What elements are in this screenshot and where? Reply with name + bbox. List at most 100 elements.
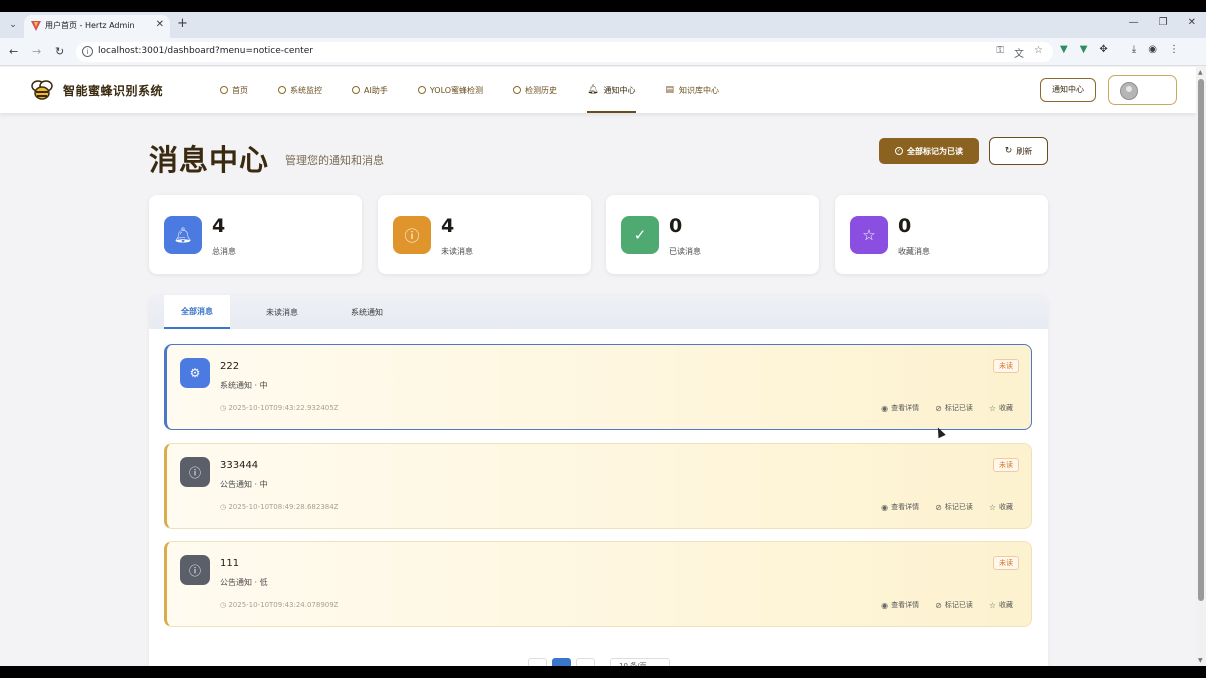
scrollbar-thumb[interactable] bbox=[1198, 79, 1204, 601]
minimize-icon[interactable]: — bbox=[1129, 17, 1139, 28]
message-item[interactable]: ⓘ 333444 公告通知 · 中 ◷ 2025-10-10T08:49:28.… bbox=[164, 443, 1032, 529]
tab-strip: ⌄ 用户首页 - Hertz Admin ✕ + — ❐ ✕ bbox=[0, 12, 1206, 38]
message-item[interactable]: ⚙ 222 系统通知 · 中 ◷ 2025-10-10T09:43:22.932… bbox=[164, 344, 1032, 430]
nav-item-system-monitor[interactable]: 系统监控 bbox=[278, 67, 322, 113]
extensions-puzzle-icon[interactable]: ✥ bbox=[1099, 44, 1107, 55]
bee-logo-icon bbox=[31, 80, 53, 100]
tab-search-chevron-icon[interactable]: ⌄ bbox=[6, 18, 20, 32]
message-time: ◷ 2025-10-10T09:43:22.932405Z bbox=[220, 404, 339, 412]
scroll-up-icon[interactable]: ▲ bbox=[1198, 69, 1203, 76]
message-meta: 公告通知 · 低 bbox=[220, 578, 268, 587]
url-input[interactable]: i localhost:3001/dashboard?menu=notice-c… bbox=[76, 42, 1053, 62]
eye-icon: ◉ bbox=[881, 502, 889, 512]
profile-icon[interactable]: ◉ bbox=[1148, 44, 1157, 55]
maximize-icon[interactable]: ❐ bbox=[1159, 17, 1168, 28]
check-circle-icon: ⊘ bbox=[935, 502, 942, 512]
forward-icon[interactable]: → bbox=[32, 45, 41, 58]
tab-close-icon[interactable]: ✕ bbox=[156, 19, 164, 30]
window-close-icon[interactable]: ✕ bbox=[1188, 17, 1196, 28]
mark-read-button[interactable]: ⊘ 标记已读 bbox=[935, 403, 973, 413]
browser-window: ⌄ 用户首页 - Hertz Admin ✕ + — ❐ ✕ ← → ↻ i l… bbox=[0, 12, 1206, 666]
stat-card-total: 🔔︎ 4 总消息 bbox=[149, 195, 362, 274]
page-size-select[interactable]: 10 条/页 bbox=[610, 658, 670, 666]
next-page-button[interactable] bbox=[576, 658, 595, 666]
refresh-button[interactable]: ↻ 刷新 bbox=[989, 137, 1048, 165]
message-item[interactable]: ⓘ 111 公告通知 · 低 ◷ 2025-10-10T09:43:24.078… bbox=[164, 541, 1032, 627]
nav-item-home[interactable]: 首页 bbox=[220, 67, 248, 113]
mark-read-button[interactable]: ⊘ 标记已读 bbox=[935, 502, 973, 512]
eye-icon: ◉ bbox=[881, 403, 889, 413]
new-tab-button[interactable]: + bbox=[177, 16, 188, 31]
nav-item-detection-history[interactable]: 检测历史 bbox=[513, 67, 557, 113]
scroll-down-icon[interactable]: ▼ bbox=[1198, 657, 1203, 664]
tab-unread-messages[interactable]: 未读消息 bbox=[249, 295, 315, 329]
star-icon: ☆ bbox=[988, 403, 996, 413]
bell-icon: 🔔︎ bbox=[164, 216, 202, 254]
password-key-icon[interactable]: ⚿ bbox=[996, 45, 1004, 60]
download-icon[interactable]: ⤓ bbox=[1132, 44, 1136, 55]
stat-label: 总消息 bbox=[212, 247, 236, 256]
message-tabs: 全部消息 未读消息 系统通知 bbox=[149, 295, 1048, 329]
favorite-button[interactable]: ☆ 收藏 bbox=[989, 502, 1013, 512]
favorite-button[interactable]: ☆ 收藏 bbox=[989, 403, 1013, 413]
message-title: 111 bbox=[220, 558, 240, 569]
stat-value: 0 bbox=[669, 215, 683, 237]
vite-favicon-icon bbox=[31, 21, 41, 31]
detection-icon bbox=[417, 86, 426, 94]
tab-system-notices[interactable]: 系统通知 bbox=[334, 295, 400, 329]
bookmark-star-icon[interactable]: ☆ bbox=[1034, 45, 1043, 60]
tab-title: 用户首页 - Hertz Admin bbox=[45, 21, 135, 30]
pagination: 10 条/页 bbox=[528, 658, 670, 666]
stat-label: 收藏消息 bbox=[898, 247, 930, 256]
view-detail-button[interactable]: ◉ 查看详情 bbox=[881, 502, 919, 512]
stat-card-favorites: ☆ 0 收藏消息 bbox=[835, 195, 1048, 274]
tab-all-messages[interactable]: 全部消息 bbox=[164, 295, 230, 329]
message-meta: 系统通知 · 中 bbox=[220, 381, 268, 390]
vue-devtools-icon[interactable]: ▼ bbox=[1060, 44, 1068, 55]
check-circle-icon: ⊘ bbox=[935, 403, 942, 413]
nav-item-notice-center[interactable]: 🔔︎ 通知中心 bbox=[587, 67, 636, 113]
view-detail-button[interactable]: ◉ 查看详情 bbox=[881, 600, 919, 610]
site-info-icon[interactable]: i bbox=[82, 46, 93, 57]
page-button-current[interactable] bbox=[552, 658, 571, 666]
stat-card-unread: ⓘ 4 未读消息 bbox=[378, 195, 591, 274]
address-bar-row: ← → ↻ i localhost:3001/dashboard?menu=no… bbox=[0, 38, 1206, 66]
back-icon[interactable]: ← bbox=[9, 45, 18, 58]
app-header: 智能蜜蜂识别系统 首页 系统监控 AI助手 YOLO蜜蜂检测 检测历史 🔔︎ 通知… bbox=[0, 67, 1196, 113]
nav-item-knowledge-base[interactable]: ▤ 知识库中心 bbox=[666, 67, 720, 113]
url-text: localhost:3001/dashboard?menu=notice-cen… bbox=[98, 46, 313, 56]
page-title: 消息中心 bbox=[149, 143, 270, 177]
stat-label: 已读消息 bbox=[669, 247, 701, 256]
ai-icon bbox=[352, 86, 360, 94]
stat-value: 4 bbox=[441, 215, 455, 237]
bell-icon: 🔔︎ bbox=[587, 85, 599, 95]
stat-value: 0 bbox=[898, 215, 912, 237]
browser-tab[interactable]: 用户首页 - Hertz Admin ✕ bbox=[24, 15, 170, 38]
vue-devtools-icon-2[interactable]: ▼ bbox=[1080, 44, 1088, 55]
view-detail-button[interactable]: ◉ 查看详情 bbox=[881, 403, 919, 413]
check-circle-icon: ⊘ bbox=[935, 600, 942, 610]
reload-icon[interactable]: ↻ bbox=[55, 45, 64, 58]
translate-icon[interactable]: 文 bbox=[1014, 45, 1024, 60]
prev-page-button[interactable] bbox=[528, 658, 547, 666]
message-time: ◷ 2025-10-10T08:49:28.682384Z bbox=[220, 503, 339, 511]
monitor-icon bbox=[278, 86, 286, 94]
status-badge: 未读 bbox=[993, 458, 1019, 472]
page-scrollbar[interactable]: ▲ ▼ bbox=[1196, 67, 1206, 666]
nav-item-ai-assistant[interactable]: AI助手 bbox=[352, 67, 388, 113]
browser-menu-icon[interactable]: ⋮ bbox=[1169, 44, 1179, 55]
status-badge: 未读 bbox=[993, 359, 1019, 373]
page-subtitle: 管理您的通知和消息 bbox=[285, 154, 384, 167]
star-icon: ☆ bbox=[988, 600, 996, 610]
mark-all-read-button[interactable]: ✓ 全部标记为已读 bbox=[879, 138, 979, 164]
mark-read-button[interactable]: ⊘ 标记已读 bbox=[935, 600, 973, 610]
nav-item-yolo-detection[interactable]: YOLO蜜蜂检测 bbox=[417, 67, 483, 113]
notice-center-button[interactable]: 通知中心 bbox=[1040, 78, 1096, 102]
stat-label: 未读消息 bbox=[441, 247, 473, 256]
favorite-button[interactable]: ☆ 收藏 bbox=[989, 600, 1013, 610]
user-menu[interactable] bbox=[1108, 75, 1177, 105]
alert-circle-icon: ⓘ bbox=[393, 216, 431, 254]
status-badge: 未读 bbox=[993, 556, 1019, 570]
info-icon: ⓘ bbox=[180, 457, 210, 487]
message-time: ◷ 2025-10-10T09:43:24.078909Z bbox=[220, 601, 339, 609]
